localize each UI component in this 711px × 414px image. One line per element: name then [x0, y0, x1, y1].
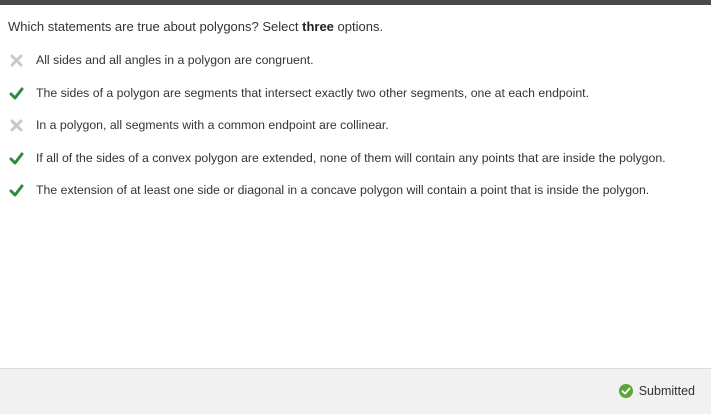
option-text: In a polygon, all segments with a common… — [36, 118, 389, 132]
question-suffix: options. — [333, 19, 384, 34]
option-2: The sides of a polygon are segments that… — [0, 83, 711, 116]
option-1: All sides and all angles in a polygon ar… — [0, 50, 711, 83]
question-emphasis: three — [302, 19, 334, 34]
option-text: All sides and all angles in a polygon ar… — [36, 53, 314, 67]
top-bar — [0, 0, 711, 5]
x-icon — [9, 53, 24, 68]
check-icon — [9, 183, 24, 198]
option-4: If all of the sides of a convex polygon … — [0, 148, 711, 181]
check-icon — [9, 86, 24, 101]
check-icon — [9, 151, 24, 166]
footer-bar: Submitted — [0, 368, 711, 414]
options-list: All sides and all angles in a polygon ar… — [0, 50, 711, 213]
status-label: Submitted — [638, 384, 695, 398]
submitted-status: Submitted — [618, 384, 695, 398]
option-text: The sides of a polygon are segments that… — [36, 85, 589, 100]
option-5: The extension of at least one side or di… — [0, 180, 711, 213]
option-3: In a polygon, all segments with a common… — [0, 115, 711, 148]
question-prompt: Which statements are true about polygons… — [8, 18, 383, 36]
x-icon — [9, 118, 24, 133]
option-text: If all of the sides of a convex polygon … — [36, 150, 666, 165]
option-text: The extension of at least one side or di… — [36, 183, 650, 197]
question-prefix: Which statements are true about polygons… — [8, 19, 303, 34]
check-circle-icon — [618, 384, 633, 398]
